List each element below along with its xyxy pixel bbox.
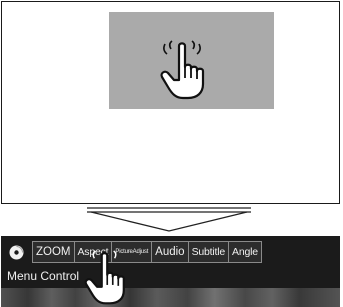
tab-audio[interactable]: Audio	[152, 242, 189, 262]
touch-target-area[interactable]	[109, 12, 274, 109]
tab-angle[interactable]: Angle	[229, 242, 261, 262]
tab-subtitle[interactable]: Subtitle	[189, 242, 230, 262]
playback-menu-bar: ZOOM Aspect PictureAdjust Audio Subtitle…	[1, 236, 340, 307]
instruction-illustration: ZOOM Aspect PictureAdjust Audio Subtitle…	[0, 0, 343, 307]
down-arrow-icon	[87, 207, 251, 232]
disc-icon[interactable]	[9, 245, 24, 260]
tab-zoom[interactable]: ZOOM	[33, 242, 75, 262]
touch-screen-panel	[1, 1, 340, 204]
pointing-hand-icon	[160, 40, 205, 100]
menu-tab-bar: ZOOM Aspect PictureAdjust Audio Subtitle…	[32, 241, 262, 263]
menu-control-label[interactable]: Menu Control	[7, 269, 79, 283]
pointing-hand-icon	[84, 250, 125, 305]
video-background	[1, 288, 340, 307]
